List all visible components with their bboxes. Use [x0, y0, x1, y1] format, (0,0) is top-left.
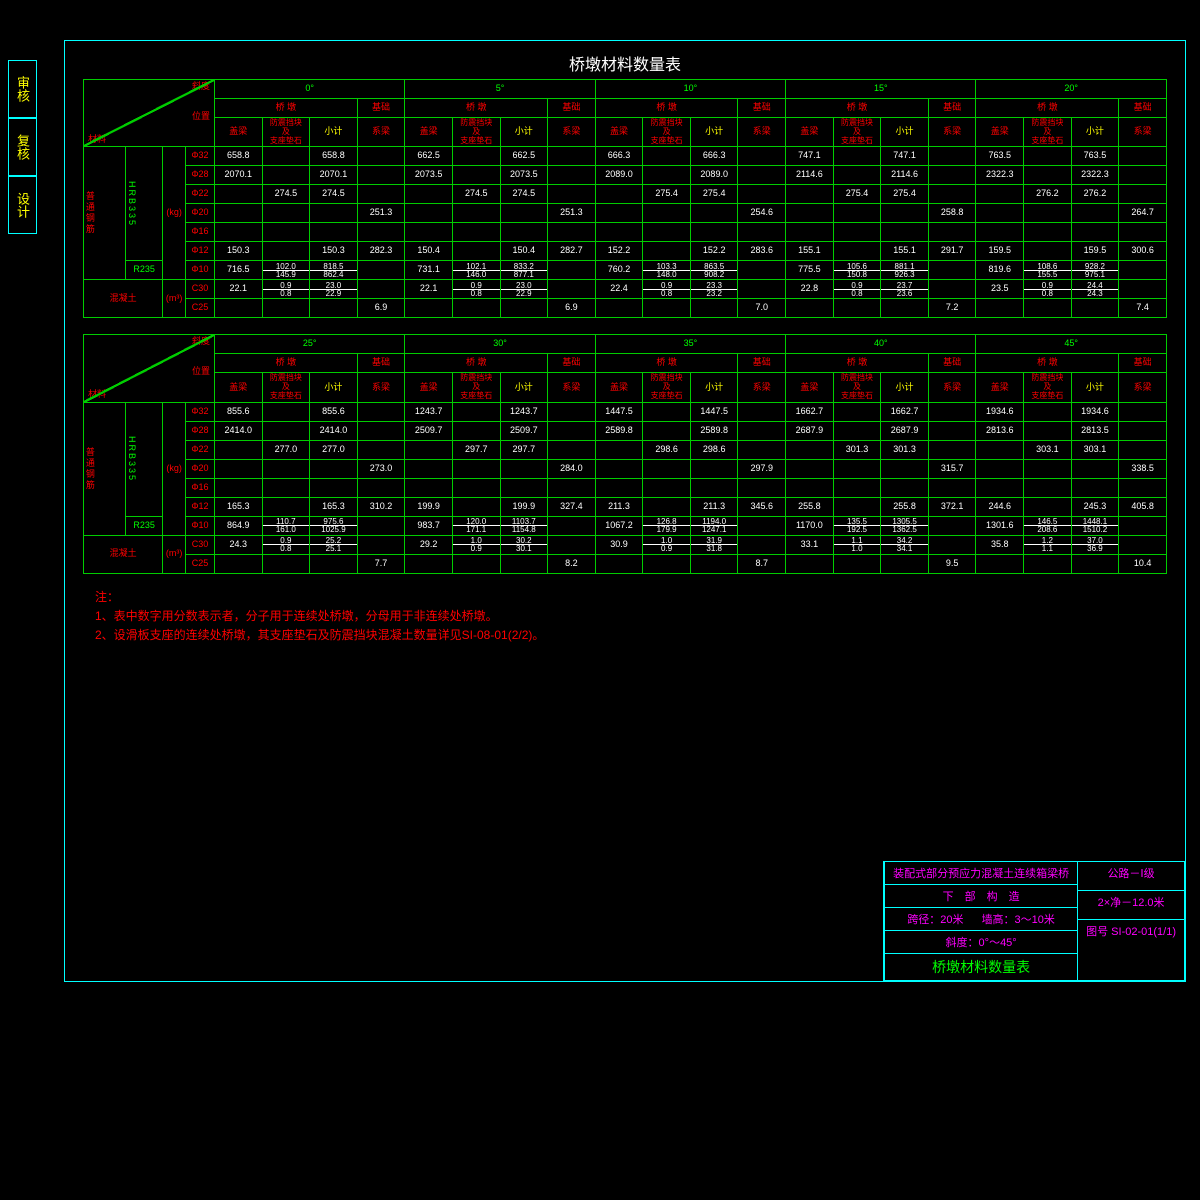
tb-drawing-no: 图号 SI-02-01(1/1) [1078, 919, 1184, 955]
side-check: 复核 [8, 118, 37, 176]
table-b-wrap: 斜度位置材料25°30°35°40°45°桥 墩基础桥 墩基础桥 墩基础桥 墩基… [83, 334, 1167, 573]
tb-oblique: 斜度：0°～45° [885, 930, 1077, 953]
drawing-title: 桥墩材料数量表 [65, 51, 1185, 75]
side-title-blocks: 审核 复核 设计 [8, 60, 37, 234]
material-table-b: 斜度位置材料25°30°35°40°45°桥 墩基础桥 墩基础桥 墩基础桥 墩基… [83, 334, 1167, 573]
tb-sheet-title: 桥墩材料数量表 [885, 953, 1077, 980]
notes-block: 注： 1、表中数字用分数表示者，分子用于连续处桥墩，分母用于非连续处桥墩。 2、… [95, 588, 1155, 646]
note-1: 1、表中数字用分数表示者，分子用于连续处桥墩，分母用于非连续处桥墩。 [95, 609, 498, 623]
tb-width: 2×净－12.0米 [1078, 890, 1184, 919]
title-block: 装配式部分预应力混凝土连续箱梁桥 下 部 构 造 跨径：20米 墙高：3～10米… [883, 861, 1185, 981]
side-review: 审核 [8, 60, 37, 118]
tb-span: 跨径：20米 [907, 911, 963, 927]
tb-structure: 下 部 构 造 [885, 884, 1077, 907]
notes-head: 注： [95, 590, 119, 604]
drawing-frame: 桥墩材料数量表 斜度位置材料0°5°10°15°20°桥 墩基础桥 墩基础桥 墩… [64, 40, 1186, 982]
tb-bridge-type: 装配式部分预应力混凝土连续箱梁桥 [885, 862, 1077, 884]
table-a-wrap: 斜度位置材料0°5°10°15°20°桥 墩基础桥 墩基础桥 墩基础桥 墩基础桥… [83, 79, 1167, 318]
tb-road-class: 公路－Ⅰ级 [1078, 862, 1184, 890]
tb-height: 墙高：3～10米 [982, 911, 1055, 927]
material-table-a: 斜度位置材料0°5°10°15°20°桥 墩基础桥 墩基础桥 墩基础桥 墩基础桥… [83, 79, 1167, 318]
note-2: 2、设滑板支座的连续处桥墩，其支座垫石及防震挡块混凝土数量详见SI-08-01(… [95, 628, 544, 642]
side-design: 设计 [8, 176, 37, 234]
